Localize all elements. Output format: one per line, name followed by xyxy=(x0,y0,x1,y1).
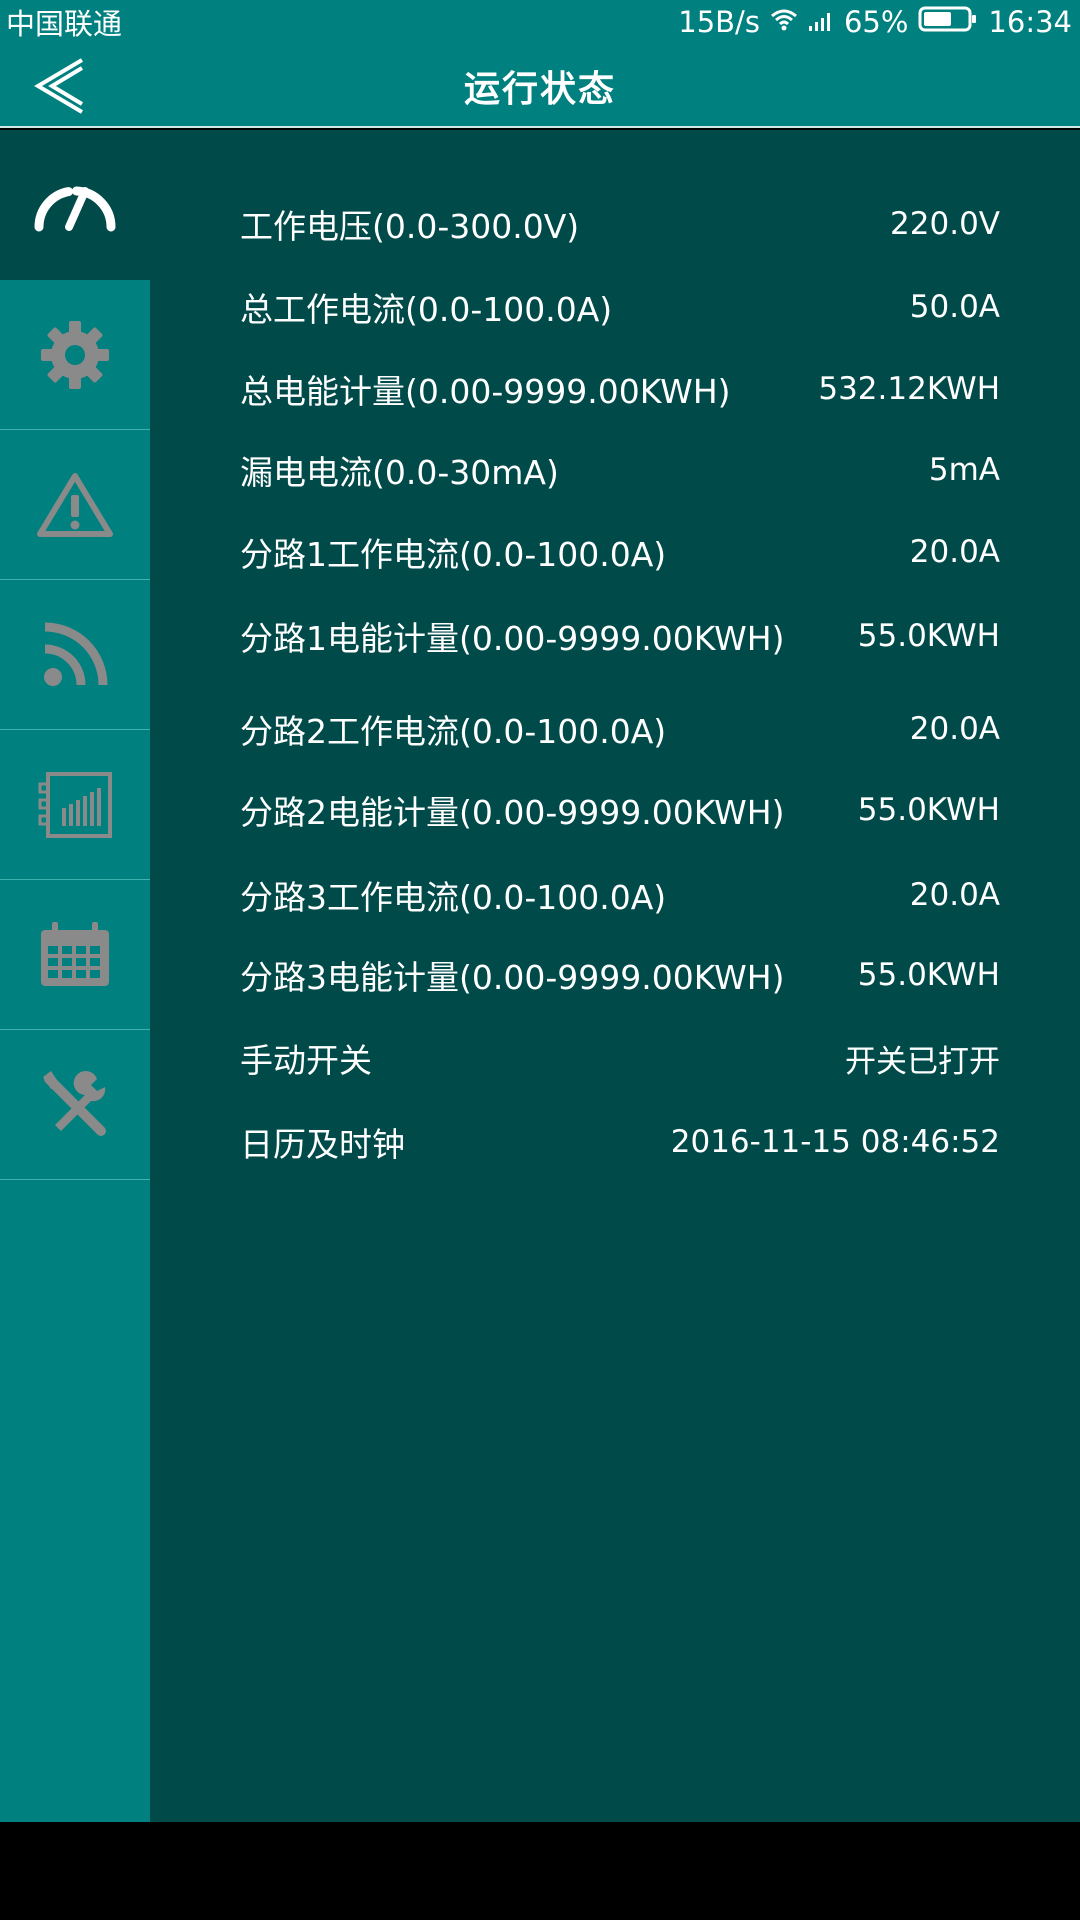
row-value: 20.0A xyxy=(909,877,1000,913)
calendar-icon xyxy=(41,921,109,986)
row-label: 分路1工作电流(0.0-100.0A) xyxy=(240,535,667,574)
list-item: 漏电电流(0.0-30mA) 5mA xyxy=(240,440,1000,500)
row-label: 分路2工作电流(0.0-100.0A) xyxy=(240,712,667,751)
signal-icon xyxy=(808,5,834,39)
wifi-icon xyxy=(770,5,798,39)
list-item: 手动开关 开关已打开 xyxy=(240,1028,1000,1088)
list-item: 工作电压(0.0-300.0V) 220.0V xyxy=(240,194,1000,254)
gauge-icon xyxy=(34,186,116,231)
app-screen: 中国联通 15B/s 65% 16:34 运行状态 工作电压(0.0-300.0… xyxy=(0,0,1080,1920)
row-value: 50.0A xyxy=(909,289,1000,325)
row-label: 总工作电流(0.0-100.0A) xyxy=(240,290,613,329)
row-value: 55.0KWH xyxy=(857,618,1000,654)
sidebar-item-settings[interactable] xyxy=(0,280,150,430)
row-label: 分路2电能计量(0.00-9999.00KWH) xyxy=(240,793,785,832)
list-item: 总工作电流(0.0-100.0A) 50.0A xyxy=(240,277,1000,337)
row-value: 20.0A xyxy=(909,534,1000,570)
app-header: 运行状态 xyxy=(0,44,1080,128)
row-label: 日历及时钟 xyxy=(240,1125,405,1164)
row-label: 工作电压(0.0-300.0V) xyxy=(240,207,580,246)
row-label: 漏电电流(0.0-30mA) xyxy=(240,453,559,492)
system-nav-bar xyxy=(0,1822,1080,1920)
sidebar-item-meter[interactable] xyxy=(0,730,150,880)
list-item: 分路3电能计量(0.00-9999.00KWH) 55.0KWH xyxy=(240,945,1000,1005)
list-item: 总电能计量(0.00-9999.00KWH) 532.12KWH xyxy=(240,359,1000,419)
sidebar xyxy=(0,130,150,1822)
network-speed: 15B/s xyxy=(678,5,760,39)
status-bar-right: 15B/s 65% 16:34 xyxy=(678,5,1072,40)
gear-icon xyxy=(41,320,109,389)
status-bar: 中国联通 15B/s 65% 16:34 xyxy=(0,0,1080,44)
list-item: 日历及时钟 2016-11-15 08:46:52 xyxy=(240,1112,1000,1172)
row-label: 分路3工作电流(0.0-100.0A) xyxy=(240,878,667,917)
row-value: 55.0KWH xyxy=(857,792,1000,828)
sidebar-item-calendar[interactable] xyxy=(0,880,150,1030)
list-item: 分路2电能计量(0.00-9999.00KWH) 55.0KWH xyxy=(240,780,1000,840)
rss-icon xyxy=(44,622,108,686)
row-label: 总电能计量(0.00-9999.00KWH) xyxy=(240,372,731,411)
carrier-label: 中国联通 xyxy=(6,7,123,41)
sidebar-item-status[interactable] xyxy=(0,130,150,280)
battery-percent: 65% xyxy=(843,5,909,39)
page-title: 运行状态 xyxy=(463,69,616,110)
list-item: 分路1工作电流(0.0-100.0A) 20.0A xyxy=(240,522,1000,582)
list-item: 分路3工作电流(0.0-100.0A) 20.0A xyxy=(240,865,1000,925)
row-label: 手动开关 xyxy=(240,1041,372,1080)
row-value: 2016-11-15 08:46:52 xyxy=(670,1124,1000,1160)
sidebar-item-alarm[interactable] xyxy=(0,430,150,580)
row-value: 5mA xyxy=(928,452,1000,488)
list-item: 分路2工作电流(0.0-100.0A) 20.0A xyxy=(240,699,1000,759)
row-value: 开关已打开 xyxy=(845,1043,1000,1080)
row-value: 220.0V xyxy=(890,206,1000,242)
sidebar-item-communication[interactable] xyxy=(0,580,150,730)
row-label: 分路1电能计量(0.00-9999.00KWH) xyxy=(240,619,785,658)
tools-icon xyxy=(43,1070,106,1136)
clock-time: 16:34 xyxy=(988,5,1072,39)
warning-icon xyxy=(37,472,113,537)
sidebar-item-tools[interactable] xyxy=(0,1030,150,1180)
meter-icon xyxy=(38,771,112,838)
row-label: 分路3电能计量(0.00-9999.00KWH) xyxy=(240,958,785,997)
list-item: 分路1电能计量(0.00-9999.00KWH) 55.0KWH xyxy=(240,606,1000,666)
battery-icon xyxy=(918,5,978,40)
row-value: 55.0KWH xyxy=(857,957,1000,993)
row-value: 532.12KWH xyxy=(818,371,1000,407)
row-value: 20.0A xyxy=(909,711,1000,747)
